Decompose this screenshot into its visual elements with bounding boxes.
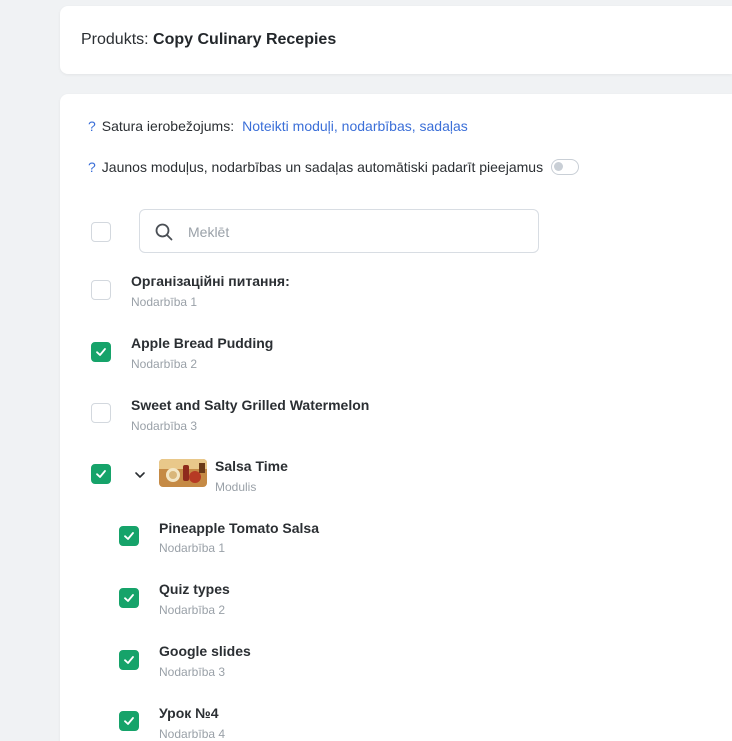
product-label: Produkts: [81, 31, 149, 48]
lesson-title[interactable]: Apple Bread Pudding [131, 335, 273, 351]
sub-lesson-checkbox[interactable] [119, 711, 139, 731]
product-line: Produkts: Copy Culinary Recepies [81, 31, 336, 49]
sub-lesson-title[interactable]: Pineapple Tomato Salsa [159, 520, 319, 536]
auto-access-label: Jaunos moduļus, nodarbības un sadaļas au… [101, 159, 544, 175]
select-all-checkbox[interactable] [91, 222, 111, 242]
check-icon [124, 532, 134, 540]
help-question-icon[interactable]: ? [88, 159, 96, 175]
lesson-title[interactable]: Sweet and Salty Grilled Watermelon [131, 397, 369, 413]
sub-lesson-subtitle: Nodarbība 2 [159, 603, 226, 617]
toggle-knob [554, 162, 564, 171]
lesson-subtitle: Nodarbība 1 [131, 295, 198, 309]
lesson-title[interactable]: Організаційні питання: [131, 273, 290, 289]
auto-access-toggle[interactable] [551, 159, 580, 175]
auto-access-row: ? Jaunos moduļus, nodarbības un sadaļas … [88, 159, 580, 175]
search-input[interactable] [188, 221, 518, 243]
module-title[interactable]: Salsa Time [215, 458, 288, 474]
lesson-checkbox[interactable] [91, 280, 111, 300]
lesson-checkbox[interactable] [91, 403, 111, 423]
product-name: Copy Culinary Recepies [153, 31, 337, 48]
content-access-card: ? Satura ierobežojums: Noteikti moduļi, … [60, 94, 732, 741]
check-icon [124, 656, 134, 664]
sub-lesson-subtitle: Nodarbība 3 [159, 665, 226, 679]
module-subtitle: Modulis [215, 480, 257, 494]
sub-lesson-title[interactable]: Урок №4 [159, 705, 219, 721]
lesson-checkbox[interactable] [91, 342, 111, 362]
check-icon [96, 348, 106, 356]
module-checkbox[interactable] [91, 464, 111, 484]
sub-lesson-title[interactable]: Google slides [159, 643, 251, 659]
search-icon [154, 222, 174, 247]
content-restriction-label: Satura ierobežojums: [101, 118, 235, 134]
help-question-icon[interactable]: ? [88, 118, 96, 134]
sub-lesson-checkbox[interactable] [119, 650, 139, 670]
chevron-down-icon[interactable] [133, 468, 147, 487]
sub-lesson-checkbox[interactable] [119, 588, 139, 608]
check-icon [124, 717, 134, 725]
product-header-card: Produkts: Copy Culinary Recepies [60, 6, 732, 74]
sub-lesson-subtitle: Nodarbība 4 [159, 727, 226, 741]
sub-lesson-subtitle: Nodarbība 1 [159, 541, 226, 555]
search-box [139, 209, 539, 253]
lesson-subtitle: Nodarbība 2 [131, 357, 198, 371]
content-restriction-row: ? Satura ierobežojums: Noteikti moduļi, … [88, 118, 468, 134]
content-restriction-link[interactable]: Noteikti moduļi, nodarbības, sadaļas [242, 118, 468, 134]
lesson-subtitle: Nodarbība 3 [131, 419, 198, 433]
module-thumbnail [159, 459, 207, 487]
sub-lesson-title[interactable]: Quiz types [159, 581, 230, 597]
sub-lesson-checkbox[interactable] [119, 526, 139, 546]
check-icon [96, 470, 106, 478]
check-icon [124, 594, 134, 602]
